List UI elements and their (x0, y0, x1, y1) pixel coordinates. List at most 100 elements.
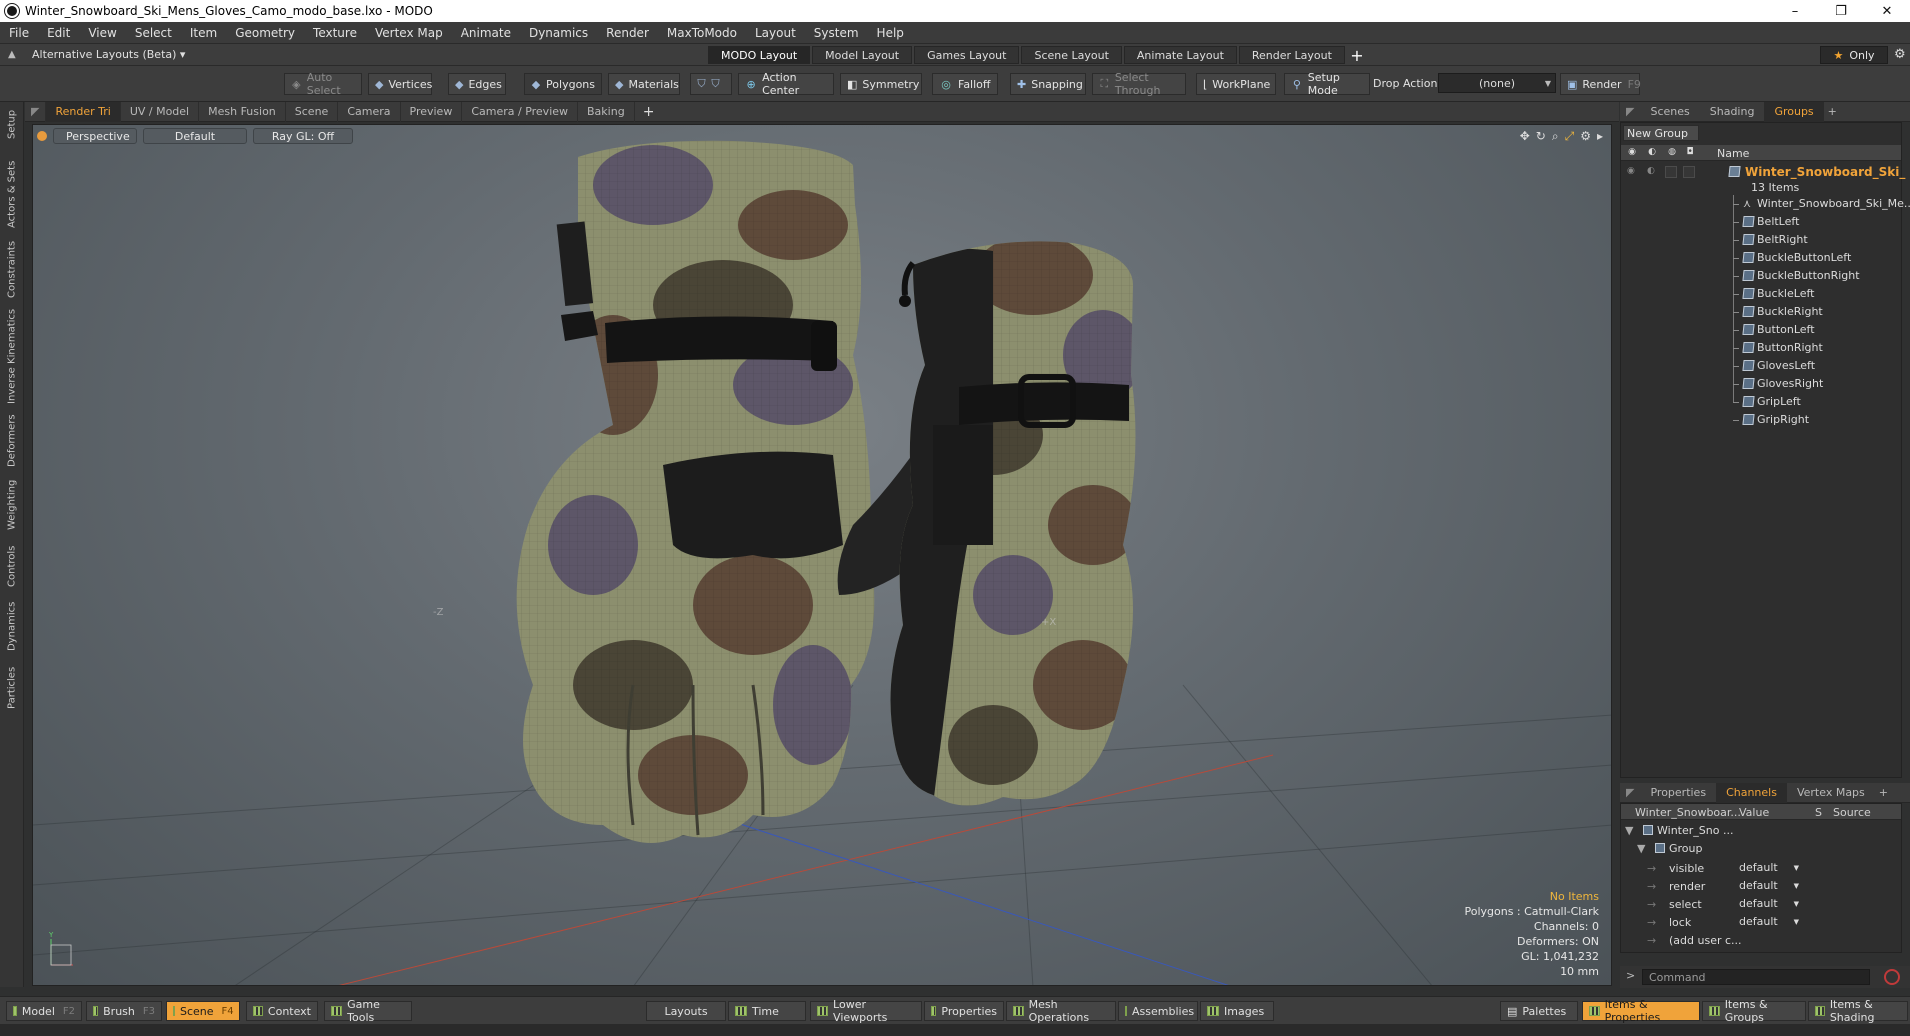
game-tools-button[interactable]: Game Tools (324, 998, 412, 1024)
tab-camera-preview[interactable]: Camera / Preview (462, 101, 579, 122)
tab-shading[interactable]: Shading (1700, 102, 1765, 122)
viewport-expand-icon[interactable]: ▸ (1597, 129, 1603, 144)
tab-render-tri[interactable]: Render Tri (46, 101, 121, 122)
list-item[interactable]: ButtonLeft (1621, 321, 1901, 339)
add-user-channel-row[interactable]: → (add user c... (1621, 932, 1901, 950)
eye-icon[interactable]: ◉ (1627, 166, 1639, 178)
tab-camera[interactable]: Camera (338, 101, 401, 122)
view-type-dropdown[interactable]: Perspective (53, 128, 137, 144)
add-panel-tab-button[interactable]: + (1875, 783, 1892, 803)
select-checkbox[interactable] (1683, 166, 1695, 178)
auto-select-button[interactable]: ◈ Auto Select (284, 71, 362, 97)
snapping-button[interactable]: ✚ Snapping (1010, 73, 1086, 95)
menu-dynamics[interactable]: Dynamics (520, 26, 597, 40)
menu-animate[interactable]: Animate (452, 26, 520, 40)
items-shading-button[interactable]: Items & Shading (1808, 998, 1908, 1024)
maximize-button[interactable]: ❐ (1818, 0, 1864, 22)
close-button[interactable]: ✕ (1864, 0, 1910, 22)
vtab-controls[interactable]: Controls (4, 540, 20, 592)
vtab-setup[interactable]: Setup (4, 106, 20, 142)
list-item[interactable]: BeltLeft (1621, 213, 1901, 231)
rotate-view-icon[interactable]: ↻ (1536, 129, 1546, 144)
tab-render-layout[interactable]: Render Layout (1238, 46, 1345, 64)
tab-mesh-fusion[interactable]: Mesh Fusion (199, 101, 286, 122)
menu-file[interactable]: File (0, 26, 38, 40)
list-item[interactable]: BeltRight (1621, 231, 1901, 249)
setup-mode-button[interactable]: ⚲ Setup Mode (1284, 71, 1370, 97)
tab-vertex-maps[interactable]: Vertex Maps (1787, 783, 1875, 803)
tab-preview[interactable]: Preview (401, 101, 463, 122)
items-properties-button[interactable]: Items & Properties (1582, 998, 1700, 1024)
channel-value-dropdown[interactable]: default ▼ (1737, 897, 1801, 912)
vtab-weighting[interactable]: Weighting (4, 476, 20, 534)
vertices-button[interactable]: ◆ Vertices (368, 73, 432, 95)
channel-row[interactable]: → visible default ▼ (1621, 860, 1901, 878)
render-button[interactable]: ▣ Render F9 (1560, 73, 1641, 95)
add-layout-button[interactable]: + (1347, 46, 1367, 65)
channel-value-dropdown[interactable]: default ▼ (1737, 879, 1801, 894)
visibility-eye-icon[interactable]: ◉ (1625, 147, 1639, 159)
menu-render[interactable]: Render (597, 26, 658, 40)
menu-vertex-map[interactable]: Vertex Map (366, 26, 452, 40)
channel-root-row[interactable]: ▼ Winter_Sno ... (1621, 822, 1901, 840)
falloff-button[interactable]: ◎ Falloff (932, 73, 998, 95)
panel-menu-icon[interactable]: ◤ (1620, 783, 1640, 803)
workplane-button[interactable]: ⌊ WorkPlane (1196, 73, 1276, 95)
scene-mode-button[interactable]: Scene F4 (166, 1001, 240, 1021)
render-toggle-icon[interactable]: ◐ (1645, 147, 1659, 159)
list-item[interactable]: BuckleButtonRight (1621, 267, 1901, 285)
menu-system[interactable]: System (805, 26, 868, 40)
only-button[interactable]: ★ Only (1820, 46, 1888, 64)
alternative-layouts-dropdown[interactable]: ▲ Alternative Layouts (Beta) ▾ (8, 48, 185, 61)
new-group-button[interactable]: New Group (1623, 125, 1699, 141)
brush-mode-button[interactable]: Brush F3 (86, 1001, 162, 1021)
items-groups-button[interactable]: Items & Groups (1702, 998, 1806, 1024)
time-button[interactable]: Time (728, 1001, 806, 1021)
polygons-button[interactable]: ◆ Polygons (524, 73, 602, 95)
vtab-particles[interactable]: Particles (4, 660, 20, 716)
expand-icon[interactable]: ▼ (1637, 842, 1645, 855)
menu-select[interactable]: Select (126, 26, 181, 40)
fit-view-icon[interactable]: ⤢ (1565, 129, 1575, 144)
materials-button[interactable]: ◆ Materials (608, 73, 680, 95)
list-item[interactable]: GlovesRight (1621, 375, 1901, 393)
add-panel-tab-button[interactable]: + (1824, 102, 1841, 122)
expand-icon[interactable]: ▼ (1625, 824, 1633, 837)
menu-geometry[interactable]: Geometry (226, 26, 304, 40)
selection-sets-button[interactable]: ⛉ ⛉ (690, 73, 732, 95)
stop-icon[interactable] (1884, 969, 1900, 985)
channel-row[interactable]: → select default ▼ (1621, 896, 1901, 914)
symmetry-button[interactable]: ◧ Symmetry (840, 73, 922, 95)
shading-style-dropdown[interactable]: Default (143, 128, 247, 144)
channel-value-dropdown[interactable]: default ▼ (1737, 861, 1801, 876)
render-icon[interactable]: ◐ (1647, 166, 1659, 178)
lock-toggle-icon[interactable]: ◍ (1665, 147, 1679, 159)
channel-row[interactable]: → render default ▼ (1621, 878, 1901, 896)
tab-properties[interactable]: Properties (1640, 783, 1716, 803)
assemblies-button[interactable]: Assemblies (1118, 1001, 1198, 1021)
channel-row[interactable]: → lock default ▼ (1621, 914, 1901, 932)
drop-action-select[interactable]: (none) ▼ (1438, 73, 1556, 93)
menu-maxtomodo[interactable]: MaxToModo (658, 26, 746, 40)
tab-baking[interactable]: Baking (578, 101, 635, 122)
viewport-options-icon[interactable] (37, 131, 47, 141)
menu-view[interactable]: View (79, 26, 125, 40)
tab-modo-layout[interactable]: MODO Layout (708, 46, 811, 64)
list-item[interactable]: BuckleButtonLeft (1621, 249, 1901, 267)
lock-checkbox[interactable] (1665, 166, 1677, 178)
lower-viewports-button[interactable]: Lower Viewports (810, 998, 922, 1024)
tab-groups[interactable]: Groups (1764, 101, 1824, 122)
list-item[interactable]: ButtonRight (1621, 339, 1901, 357)
select-through-button[interactable]: ⛶ Select Through (1092, 71, 1186, 97)
list-item[interactable]: GripRight (1621, 411, 1901, 429)
layouts-button[interactable]: Layouts (646, 1001, 726, 1021)
menu-layout[interactable]: Layout (746, 26, 805, 40)
select-toggle-icon[interactable]: ◘ (1683, 147, 1697, 159)
list-item[interactable]: GripLeft (1621, 393, 1901, 411)
gear-icon[interactable]: ⚙ (1894, 47, 1906, 62)
vtab-dynamics[interactable]: Dynamics (4, 598, 20, 654)
tab-scene[interactable]: Scene (286, 101, 339, 122)
action-center-button[interactable]: ⊕ Action Center (738, 71, 834, 97)
move-view-icon[interactable]: ✥ (1520, 129, 1530, 144)
channel-group-row[interactable]: ▼ Group (1621, 840, 1901, 858)
